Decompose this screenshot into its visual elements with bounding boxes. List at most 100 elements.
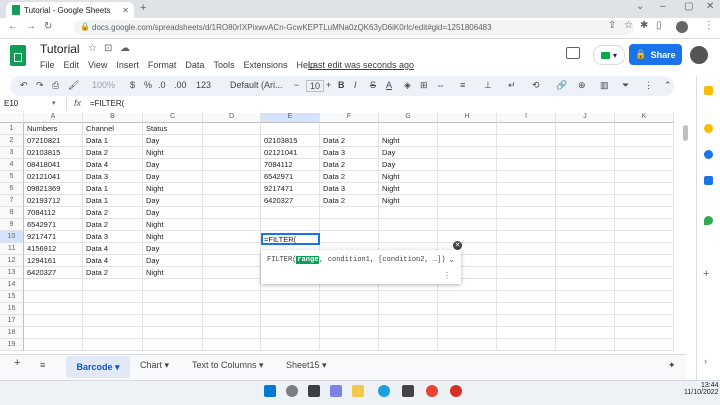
grid-cell[interactable]: Night	[143, 219, 203, 231]
formula-help-tooltip[interactable]: FILTER(range, condition1, [condition2, ……	[261, 250, 461, 284]
grid-cell[interactable]: Channel	[83, 123, 143, 135]
grid-cell[interactable]	[556, 123, 615, 135]
column-header-b[interactable]: B	[83, 113, 143, 123]
grid-cell[interactable]: Day	[143, 135, 203, 147]
column-header-i[interactable]: I	[497, 113, 556, 123]
chrome-icon[interactable]	[426, 385, 438, 397]
paint-format-icon[interactable]: 🖌	[68, 80, 79, 91]
column-header-c[interactable]: C	[143, 113, 203, 123]
grid-cell[interactable]	[615, 195, 674, 207]
grid-cell[interactable]	[320, 339, 379, 351]
grid-cell[interactable]: Data 3	[320, 147, 379, 159]
grid-cell[interactable]: Status	[143, 123, 203, 135]
grid-cell[interactable]: 02103815	[24, 147, 83, 159]
grid-cell[interactable]: 7084112	[261, 159, 320, 171]
store-icon[interactable]	[402, 385, 414, 397]
grid-cell[interactable]	[497, 339, 556, 351]
edge-icon[interactable]	[378, 385, 390, 397]
grid-cell[interactable]: Day	[143, 207, 203, 219]
all-sheets-icon[interactable]: ≡	[40, 360, 45, 370]
row-header[interactable]: 3	[0, 147, 24, 159]
borders-icon[interactable]: ⊞	[420, 80, 428, 91]
column-header-f[interactable]: F	[320, 113, 379, 123]
grid-cell[interactable]	[438, 291, 497, 303]
share-button[interactable]: 🔒 Share	[629, 44, 682, 65]
column-header-a[interactable]: A	[24, 113, 83, 123]
grid-cell[interactable]	[261, 207, 320, 219]
grid-cell[interactable]: Night	[379, 171, 438, 183]
teams-chat-icon[interactable]	[330, 385, 342, 397]
grid-cell[interactable]	[556, 207, 615, 219]
grid-cell[interactable]	[261, 291, 320, 303]
undo-icon[interactable]: ↶	[20, 80, 28, 91]
grid-cell[interactable]	[556, 243, 615, 255]
windows-start-icon[interactable]	[264, 385, 276, 397]
grid-cell[interactable]	[143, 339, 203, 351]
grid-cell[interactable]: Data 4	[83, 255, 143, 267]
grid-cell[interactable]	[143, 315, 203, 327]
explore-icon[interactable]: ✦	[668, 360, 676, 371]
grid-cell[interactable]	[379, 123, 438, 135]
grid-cell[interactable]: 9217471	[261, 183, 320, 195]
sheets-logo-icon[interactable]	[10, 45, 26, 66]
redo-icon[interactable]: ↷	[36, 80, 44, 91]
grid-cell[interactable]: 6420327	[24, 267, 83, 279]
grid-cell[interactable]: Day	[143, 159, 203, 171]
grid-cell[interactable]	[379, 231, 438, 243]
minimize-icon[interactable]: –	[660, 1, 666, 12]
grid-cell[interactable]	[320, 303, 379, 315]
browser-menu-icon[interactable]: ⋮	[704, 20, 714, 31]
grid-cell[interactable]	[556, 159, 615, 171]
grid-cell[interactable]	[497, 147, 556, 159]
grid-cell[interactable]	[203, 135, 261, 147]
sheet-tab-barcode[interactable]: Barcode ▾	[66, 356, 130, 378]
grid-cell[interactable]: Data 3	[83, 231, 143, 243]
grid-cell[interactable]	[497, 171, 556, 183]
tasks-icon[interactable]	[704, 150, 713, 159]
grid-cell[interactable]: 02103815	[261, 135, 320, 147]
menu-file[interactable]: File	[40, 60, 55, 70]
valign-icon[interactable]: ⊥	[484, 80, 492, 91]
row-header[interactable]: 2	[0, 135, 24, 147]
grid-cell[interactable]	[438, 171, 497, 183]
filter-icon[interactable]: ⏷	[622, 80, 629, 91]
grid-cell[interactable]	[379, 303, 438, 315]
bold-button[interactable]: B	[338, 80, 345, 90]
grid-cell[interactable]	[203, 279, 261, 291]
select-all-corner[interactable]	[0, 113, 24, 123]
grid-cell[interactable]	[83, 339, 143, 351]
grid-cell[interactable]: 9217471	[24, 231, 83, 243]
grid-cell[interactable]: Day	[379, 147, 438, 159]
wrap-icon[interactable]: ↵	[508, 80, 516, 91]
grid-cell[interactable]	[497, 267, 556, 279]
grid-cell[interactable]	[556, 183, 615, 195]
grid-cell[interactable]	[24, 315, 83, 327]
grid-cell[interactable]: 09821369	[24, 183, 83, 195]
grid-cell[interactable]	[556, 267, 615, 279]
grid-cell[interactable]	[203, 159, 261, 171]
grid-cell[interactable]	[556, 339, 615, 351]
font-size-input[interactable]: 10	[306, 80, 325, 92]
new-tab-button[interactable]: +	[140, 2, 146, 14]
grid-cell[interactable]: 08418041	[24, 159, 83, 171]
grid-cell[interactable]	[438, 327, 497, 339]
font-select[interactable]: Default (Ari...	[230, 80, 283, 90]
spreadsheet-grid[interactable]: A B C D E F G H I J K 1 Numbers Channel Sta…	[0, 113, 688, 353]
back-icon[interactable]: ←	[8, 21, 18, 32]
address-bar[interactable]: docs.google.com/spreadsheets/d/1RO80rIXP…	[74, 20, 634, 35]
formula-input[interactable]: =FILTER(	[90, 98, 124, 110]
grid-cell[interactable]	[438, 219, 497, 231]
font-size-minus-icon[interactable]: −	[294, 80, 299, 90]
currency-format-button[interactable]: $	[130, 80, 135, 90]
grid-cell[interactable]: 7084112	[24, 207, 83, 219]
grid-cell[interactable]	[143, 291, 203, 303]
grid-cell[interactable]: Data 2	[320, 135, 379, 147]
bookmark-star-icon[interactable]: ☆	[624, 20, 633, 31]
grid-cell[interactable]: Data 4	[83, 243, 143, 255]
name-box-dropdown-icon[interactable]: ▾	[52, 99, 56, 107]
grid-cell[interactable]: Night	[143, 231, 203, 243]
grid-cell[interactable]	[379, 219, 438, 231]
maps-icon[interactable]	[704, 216, 713, 225]
grid-cell[interactable]	[615, 207, 674, 219]
row-header[interactable]: 7	[0, 195, 24, 207]
